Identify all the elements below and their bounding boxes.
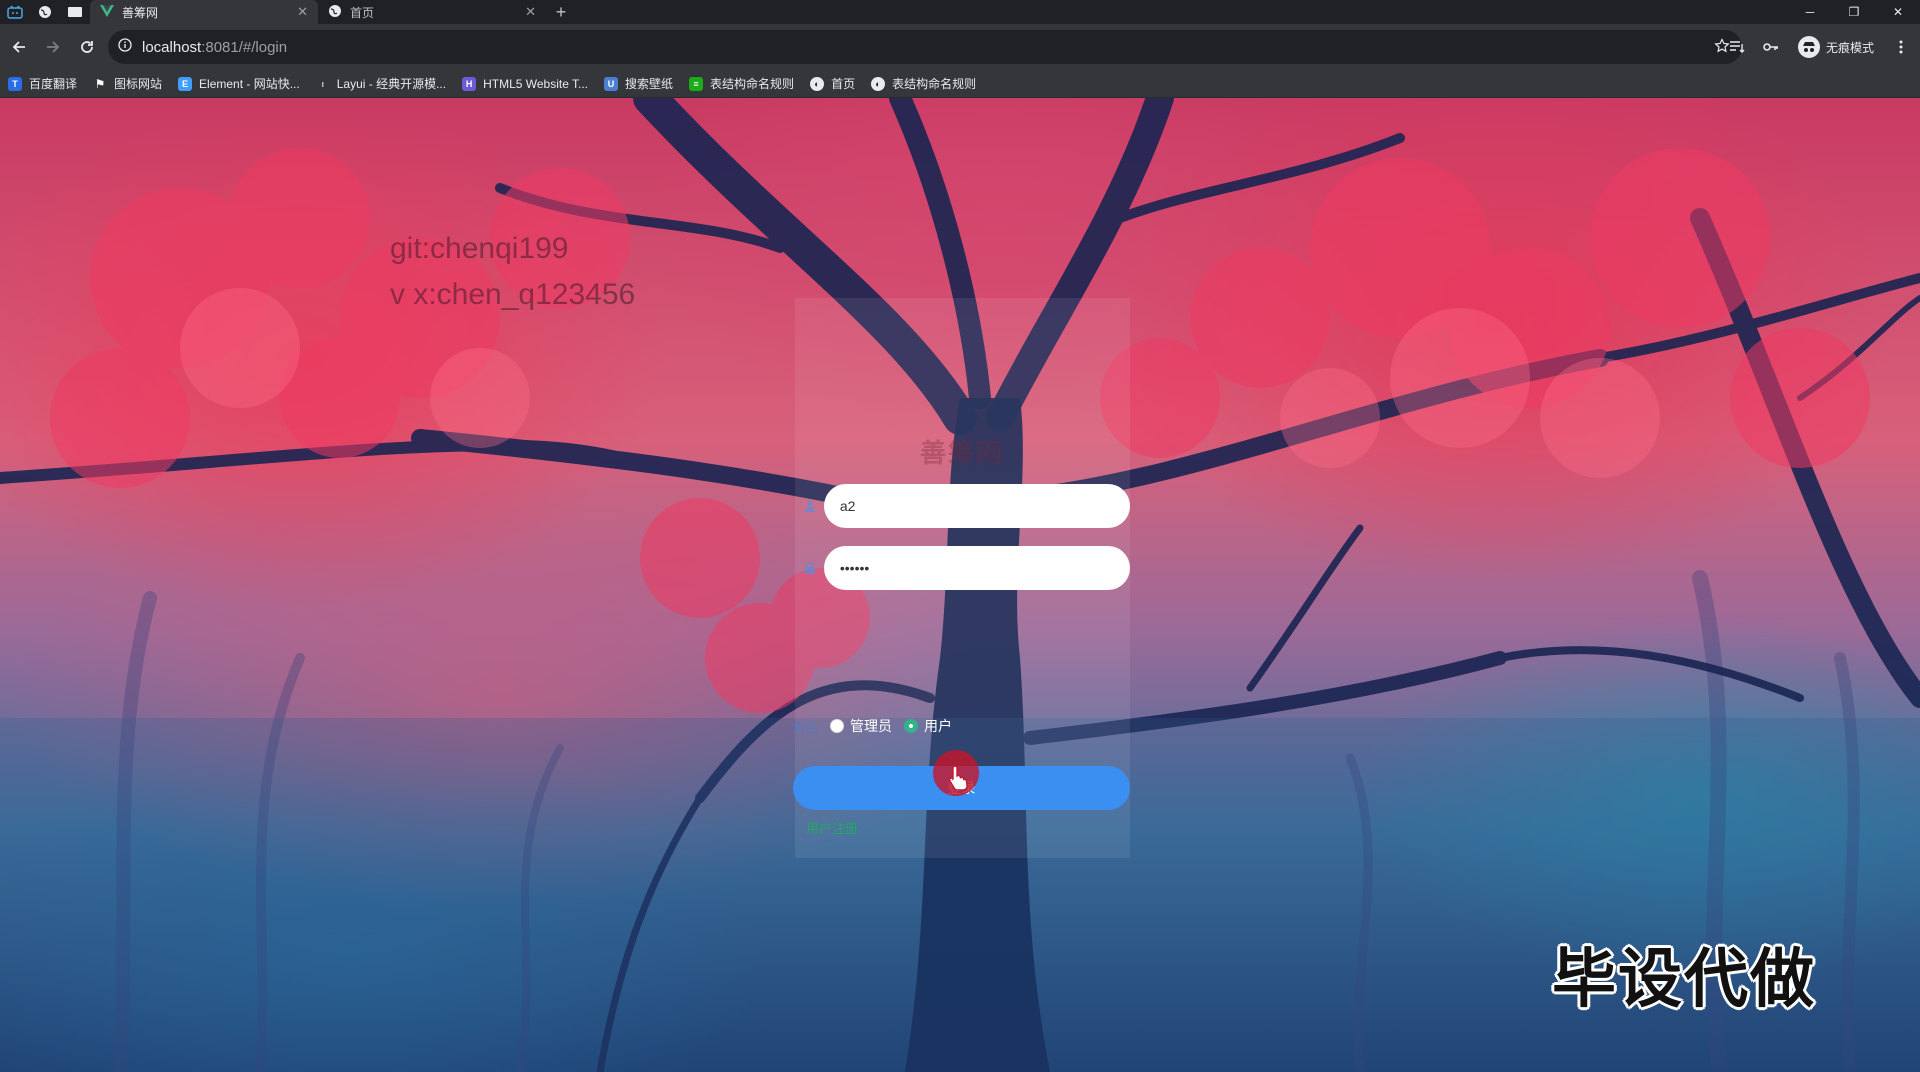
bookmark-item[interactable]: ⚑ 图标网站: [93, 75, 162, 92]
corner-badge: 毕设代做: [1552, 943, 1816, 1017]
incognito-icon: [1797, 36, 1820, 58]
tab-title: 首页: [350, 5, 375, 20]
html5-template-icon: H: [462, 76, 477, 91]
reload-icon[interactable]: [72, 32, 102, 62]
reading-list-icon[interactable]: [1724, 34, 1750, 60]
forward-icon[interactable]: [38, 32, 68, 62]
bookmark-label: HTML5 Website T...: [483, 76, 589, 91]
restore-icon[interactable]: ❐: [1832, 0, 1876, 24]
table-rule-icon: ≡: [689, 76, 704, 91]
globe-icon: [328, 4, 342, 21]
radio-label: 用户: [924, 718, 953, 734]
register-link[interactable]: 用户注册: [806, 818, 858, 837]
more-menu-icon[interactable]: [1888, 34, 1914, 60]
bookmark-item[interactable]: ≡ 表结构命名规则: [689, 75, 794, 92]
bookmark-item[interactable]: ı Layui - 经典开源模...: [316, 75, 446, 92]
radio-label: 管理员: [850, 718, 893, 734]
bookmark-item[interactable]: H HTML5 Website T...: [462, 76, 589, 91]
bookmark-item[interactable]: ◐ 首页: [810, 75, 855, 92]
watermark-line: git:chenqi199: [390, 232, 569, 265]
bookmark-label: 表结构命名规则: [892, 77, 977, 91]
tab-strip: 善筹网 ✕ 首页 ✕ + ─ ❐ ✕: [0, 0, 1920, 24]
bookmark-label: 首页: [831, 77, 856, 91]
toolbar-right: 无痕模式: [1724, 32, 1914, 62]
user-icon: [800, 500, 820, 512]
globe-icon[interactable]: [30, 0, 60, 24]
hand-cursor-icon: [949, 765, 968, 790]
login-title: 善筹网: [920, 439, 1005, 469]
address-bar[interactable]: localhost:8081/#/login: [108, 30, 1742, 64]
bookmark-label: 百度翻译: [29, 77, 78, 91]
role-label: 角色: [792, 719, 819, 735]
username-row: [800, 484, 1130, 528]
new-tab-button[interactable]: +: [546, 0, 576, 24]
watermark-text: git:chenqi199 v x:chen_q123456: [390, 226, 635, 318]
bookmark-item[interactable]: ◐ 表结构命名规则: [871, 75, 976, 92]
radio-dot: [830, 719, 845, 733]
url-host: localhost: [142, 38, 202, 56]
radio-user[interactable]: 用户: [904, 716, 952, 736]
bookmark-item[interactable]: T 百度翻译: [8, 75, 77, 92]
flag-icon: ⚑: [94, 76, 106, 91]
tab-shanchou[interactable]: 善筹网 ✕: [90, 0, 318, 24]
vue-icon: [100, 4, 114, 20]
minimize-icon[interactable]: ─: [1788, 0, 1832, 24]
password-row: [800, 546, 1130, 590]
bilibili-icon[interactable]: [0, 0, 30, 24]
baidu-translate-icon: T: [8, 76, 22, 91]
tab-title: 善筹网: [122, 5, 159, 20]
radio-dot: [904, 719, 919, 733]
bookmarks-bar: T 百度翻译 ⚑ 图标网站 E Element - 网站快... ı Layui - 经…: [0, 70, 1920, 98]
close-icon[interactable]: ✕: [297, 4, 308, 20]
browser-toolbar: localhost:8081/#/login 无痕模式: [0, 24, 1920, 70]
bookmark-label: 图标网站: [114, 77, 163, 91]
wallpaper-icon: U: [604, 76, 619, 91]
info-icon[interactable]: [118, 37, 132, 57]
bookmark-label: 搜索壁纸: [625, 77, 674, 91]
username-input[interactable]: [823, 484, 1130, 528]
lock-icon: [800, 562, 820, 574]
watermark-line: v x:chen_q123456: [390, 278, 636, 311]
close-window-icon[interactable]: ✕: [1876, 0, 1920, 24]
bookmark-label: Layui - 经典开源模...: [336, 77, 447, 91]
incognito-indicator[interactable]: 无痕模式: [1792, 36, 1880, 58]
layui-icon: ı: [321, 78, 324, 89]
back-icon[interactable]: [4, 32, 34, 62]
bookmark-label: 表结构命名规则: [710, 77, 795, 91]
window-controls: ─ ❐ ✕: [1788, 0, 1920, 24]
incognito-label: 无痕模式: [1825, 40, 1874, 55]
window-icon[interactable]: [60, 0, 90, 24]
login-page: git:chenqi199 v x:chen_q123456 善筹网 角色 管理…: [0, 98, 1920, 1072]
password-input[interactable]: [823, 546, 1130, 590]
globe-icon: ◐: [810, 76, 825, 91]
bookmark-item[interactable]: E Element - 网站快...: [178, 75, 300, 92]
key-icon[interactable]: [1758, 34, 1784, 60]
role-selector: 角色 管理员 用户: [792, 714, 964, 738]
url-path: :8081/#/login: [201, 38, 288, 56]
tab-home[interactable]: 首页 ✕: [318, 0, 546, 24]
radio-admin[interactable]: 管理员: [830, 716, 892, 736]
close-icon[interactable]: ✕: [525, 4, 536, 20]
url-text: localhost:8081/#/login: [142, 39, 287, 56]
element-icon: E: [178, 76, 193, 91]
bookmark-item[interactable]: U 搜索壁纸: [604, 75, 673, 92]
bookmark-label: Element - 网站快...: [199, 77, 300, 91]
globe-icon: ◐: [871, 76, 886, 91]
